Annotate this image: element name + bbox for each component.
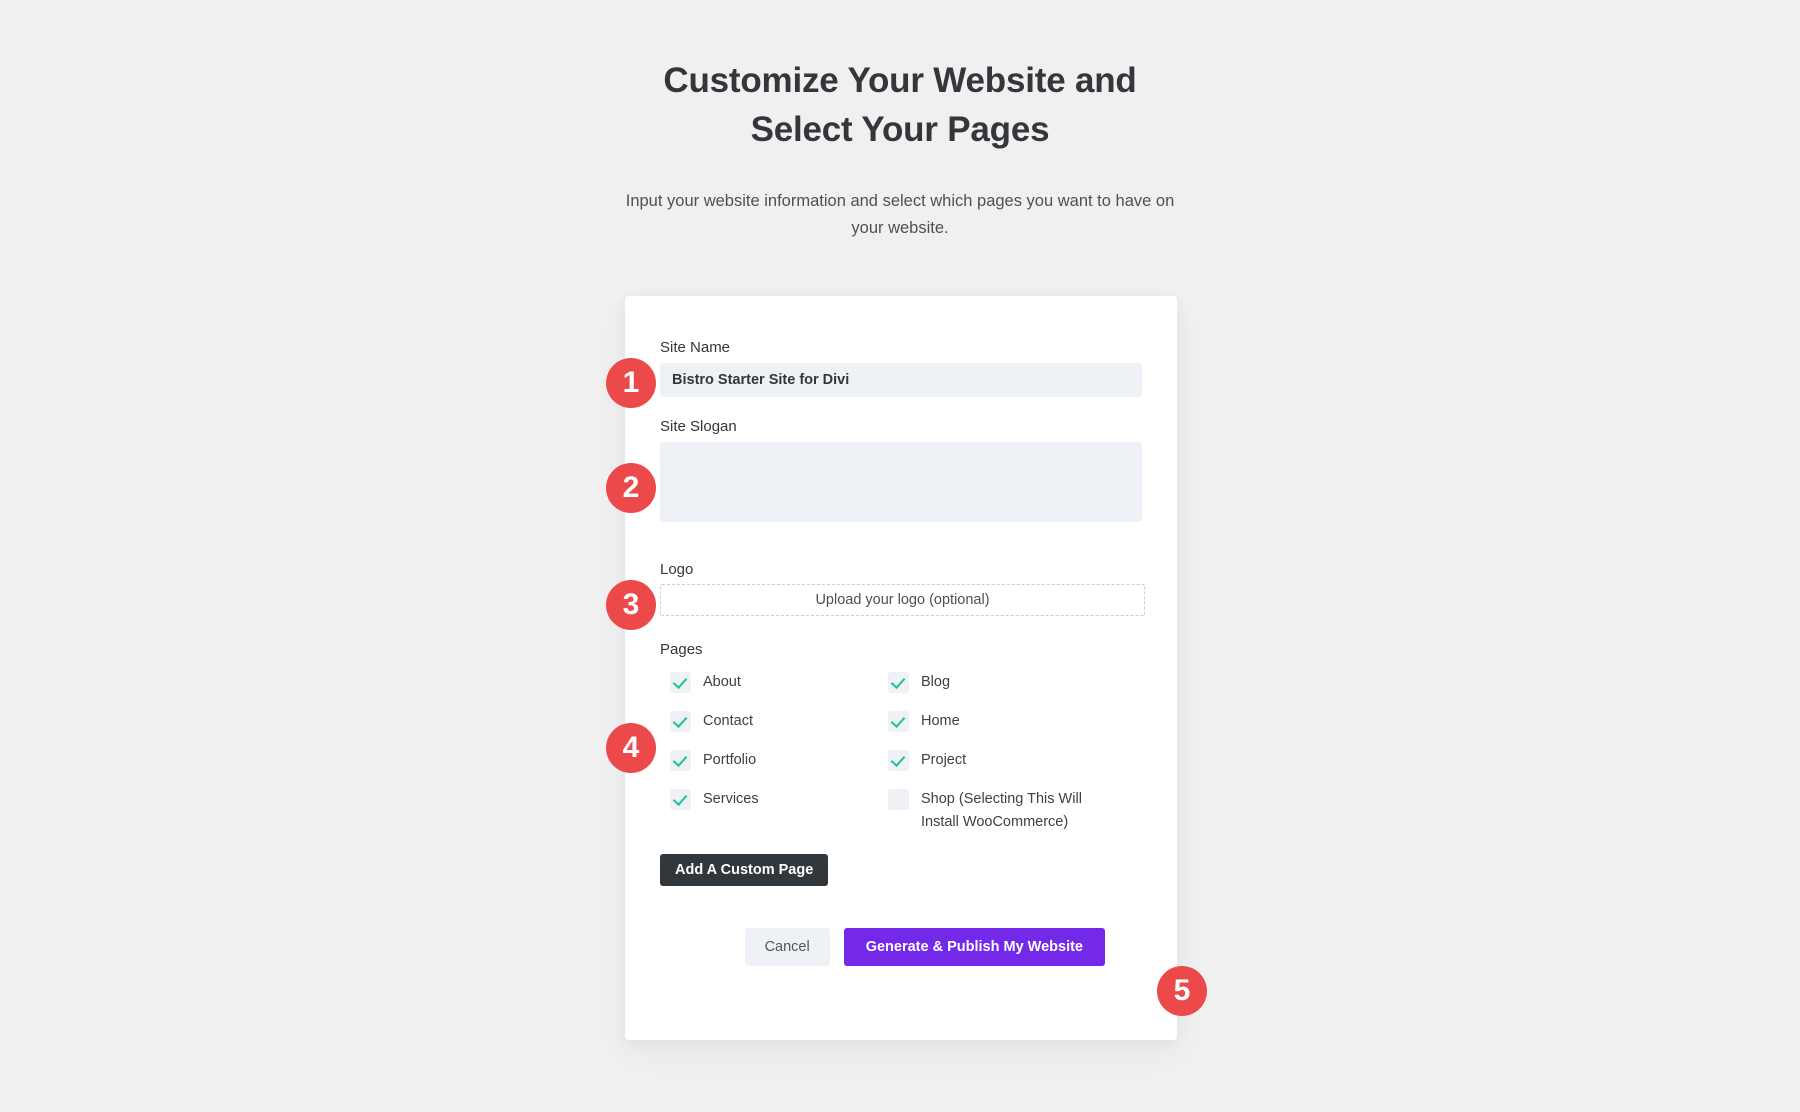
site-name-input[interactable] (660, 363, 1142, 397)
checkbox-checked-icon[interactable] (888, 750, 909, 771)
page-option-label: Contact (703, 713, 753, 729)
site-slogan-label: Site Slogan (660, 418, 737, 435)
site-name-label: Site Name (660, 339, 731, 356)
page-option-shop[interactable]: Shop (Selecting This Will Install WooCom… (888, 788, 1106, 834)
page-option-about[interactable]: About (670, 671, 888, 694)
annotation-badge-2: 2 (606, 463, 656, 513)
page-option-label: About (703, 674, 741, 690)
add-custom-page-button[interactable]: Add A Custom Page (660, 854, 829, 886)
page-option-portfolio[interactable]: Portfolio (670, 749, 888, 772)
logo-upload-label: Upload your logo (optional) (815, 592, 990, 608)
page-option-label: Project (921, 752, 967, 768)
annotation-badge-4: 4 (606, 723, 656, 773)
page-option-blog[interactable]: Blog (888, 671, 1106, 694)
setup-card-content: Site Name Site Slogan Logo Upload your l… (660, 296, 1145, 1040)
page-option-label: Home (921, 713, 960, 729)
pages-checkbox-grid: About Blog Contact Home Portfolio Projec… (670, 671, 1145, 834)
page-subtitle: Input your website information and selec… (625, 192, 1175, 237)
page-option-label: Services (703, 791, 759, 807)
page-option-services[interactable]: Services (670, 788, 888, 834)
checkbox-checked-icon[interactable] (670, 750, 691, 771)
page-option-label: Blog (921, 674, 951, 690)
setup-card: Site Name Site Slogan Logo Upload your l… (625, 296, 1177, 1040)
checkbox-unchecked-icon[interactable] (888, 789, 909, 810)
page-option-label: Portfolio (703, 752, 757, 768)
generate-publish-button[interactable]: Generate & Publish My Website (843, 928, 1105, 966)
pages-label: Pages (660, 641, 703, 658)
page-header: Customize Your Website and Select Your P… (0, 56, 1800, 242)
cancel-button[interactable]: Cancel (744, 928, 830, 966)
card-footer-actions: Cancel Generate & Publish My Website (660, 928, 1142, 966)
checkbox-checked-icon[interactable] (670, 672, 691, 693)
page-option-home[interactable]: Home (888, 710, 1106, 733)
annotation-badge-5: 5 (1157, 966, 1207, 1016)
checkbox-checked-icon[interactable] (888, 672, 909, 693)
page-root: Customize Your Website and Select Your P… (0, 0, 1800, 1112)
logo-upload-dropzone[interactable]: Upload your logo (optional) (660, 584, 1145, 616)
page-option-contact[interactable]: Contact (670, 710, 888, 733)
page-option-label: Shop (Selecting This Will Install WooCom… (921, 791, 1082, 830)
page-title: Customize Your Website and Select Your P… (663, 61, 1137, 149)
checkbox-checked-icon[interactable] (670, 789, 691, 810)
annotation-badge-3: 3 (606, 580, 656, 630)
site-slogan-input[interactable] (660, 442, 1142, 522)
checkbox-checked-icon[interactable] (670, 711, 691, 732)
checkbox-checked-icon[interactable] (888, 711, 909, 732)
page-option-project[interactable]: Project (888, 749, 1106, 772)
annotation-badge-1: 1 (606, 358, 656, 408)
logo-label: Logo (660, 561, 694, 578)
